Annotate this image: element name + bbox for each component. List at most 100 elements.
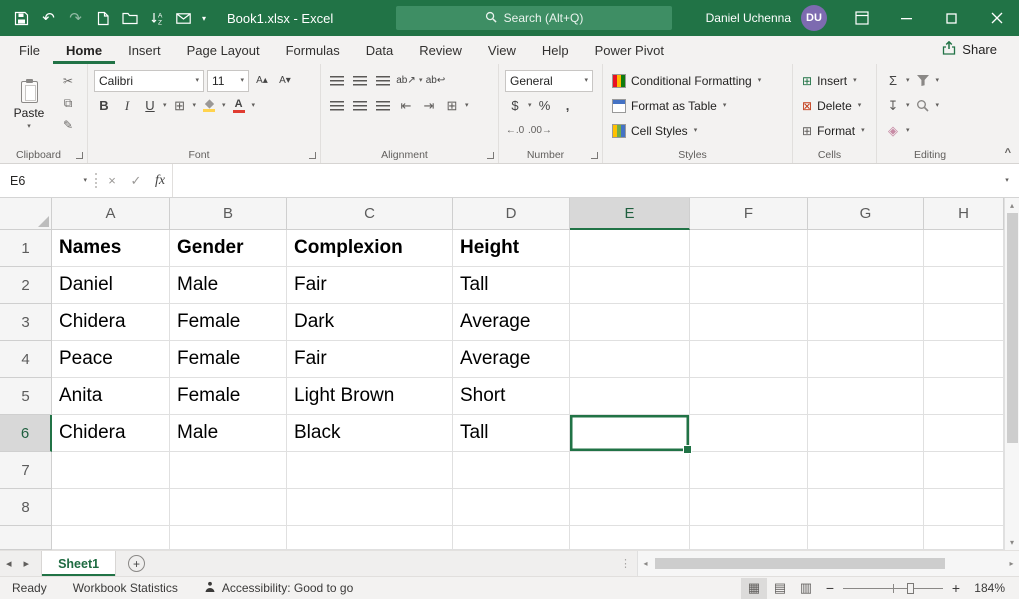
cell-G4[interactable]	[808, 341, 924, 378]
comma-style-icon[interactable]: ,	[558, 95, 578, 117]
cell-B6[interactable]: Male	[170, 415, 287, 452]
fill-icon[interactable]: ↧	[883, 95, 903, 117]
vertical-scrollbar[interactable]: ▴ ▾	[1004, 198, 1019, 550]
cell-G9[interactable]	[808, 526, 924, 550]
next-sheet-icon[interactable]: ▸	[18, 557, 36, 570]
italic-button[interactable]: I	[117, 95, 137, 117]
cell-D7[interactable]	[453, 452, 570, 489]
dialog-launcher-icon[interactable]	[487, 152, 494, 159]
decrease-indent-icon[interactable]: ⇤	[396, 95, 416, 117]
cell-E5[interactable]	[570, 378, 690, 415]
cell-B8[interactable]	[170, 489, 287, 526]
paste-button[interactable]: Paste ▾	[6, 68, 52, 142]
align-center-icon[interactable]	[350, 95, 370, 117]
cell-E6-selected[interactable]	[570, 415, 690, 452]
scroll-left-icon[interactable]: ◂	[638, 559, 653, 568]
cell-A1[interactable]: Names	[52, 230, 170, 267]
cell-C3[interactable]: Dark	[287, 304, 453, 341]
cell-F8[interactable]	[690, 489, 808, 526]
grow-font-icon[interactable]: A▴	[252, 70, 272, 92]
decrease-decimal-icon[interactable]: .00→	[528, 120, 552, 142]
vertical-scroll-thumb[interactable]	[1007, 213, 1018, 443]
horizontal-scrollbar[interactable]: ◂ ▸	[637, 551, 1019, 576]
align-right-icon[interactable]	[373, 95, 393, 117]
ribbon-display-options-icon[interactable]	[839, 0, 884, 36]
row-header-5[interactable]: 5	[0, 378, 52, 415]
cell-D9[interactable]	[453, 526, 570, 550]
shrink-font-icon[interactable]: A▾	[275, 70, 295, 92]
cell-G1[interactable]	[808, 230, 924, 267]
delete-cells-button[interactable]: ⊠ Delete ▾	[799, 93, 870, 118]
cell-H6[interactable]	[924, 415, 1004, 452]
row-header-partial[interactable]	[0, 526, 52, 550]
maximize-button[interactable]	[929, 0, 974, 36]
cell-D5[interactable]: Short	[453, 378, 570, 415]
increase-decimal-icon[interactable]: ←.0	[505, 120, 525, 142]
cell-F2[interactable]	[690, 267, 808, 304]
cell-A8[interactable]	[52, 489, 170, 526]
cell-A6[interactable]: Chidera	[52, 415, 170, 452]
undo-icon[interactable]: ↶	[35, 3, 62, 33]
fill-color-icon[interactable]	[199, 95, 219, 117]
cell-F5[interactable]	[690, 378, 808, 415]
borders-menu-icon[interactable]: ▾	[193, 102, 197, 109]
percent-icon[interactable]: %	[535, 95, 555, 117]
cell-B9[interactable]	[170, 526, 287, 550]
cell-B3[interactable]: Female	[170, 304, 287, 341]
expand-formula-bar-icon[interactable]: ▾	[995, 164, 1019, 197]
name-box[interactable]: E6 ▾	[0, 164, 92, 197]
insert-cells-button[interactable]: ⊞ Insert ▾	[799, 68, 870, 93]
column-header-B[interactable]: B	[170, 198, 287, 230]
zoom-slider[interactable]	[843, 579, 943, 597]
tabbar-resize-handle[interactable]: ⋮	[620, 557, 631, 570]
cell-A4[interactable]: Peace	[52, 341, 170, 378]
cell-H8[interactable]	[924, 489, 1004, 526]
column-header-E[interactable]: E	[570, 198, 690, 230]
borders-icon[interactable]: ⊞	[170, 95, 190, 117]
cell-C8[interactable]	[287, 489, 453, 526]
page-layout-view-icon[interactable]: ▤	[767, 578, 793, 599]
cell-E3[interactable]	[570, 304, 690, 341]
align-left-icon[interactable]	[327, 95, 347, 117]
cell-G6[interactable]	[808, 415, 924, 452]
minimize-button[interactable]	[884, 0, 929, 36]
tab-home[interactable]: Home	[53, 37, 115, 64]
cell-F6[interactable]	[690, 415, 808, 452]
dialog-launcher-icon[interactable]	[309, 152, 316, 159]
horizontal-scroll-track[interactable]	[653, 551, 1004, 576]
align-bottom-icon[interactable]	[373, 70, 393, 92]
workbook-statistics-button[interactable]: Workbook Statistics	[73, 581, 178, 595]
formula-input[interactable]	[172, 164, 995, 197]
tab-formulas[interactable]: Formulas	[273, 37, 353, 64]
name-box-dropdown-icon[interactable]: ▾	[83, 177, 87, 184]
format-cells-button[interactable]: ⊞ Format ▾	[799, 118, 870, 143]
cell-E9[interactable]	[570, 526, 690, 550]
column-header-C[interactable]: C	[287, 198, 453, 230]
cell-F1[interactable]	[690, 230, 808, 267]
scroll-right-icon[interactable]: ▸	[1004, 559, 1019, 568]
new-sheet-button[interactable]: +	[128, 555, 145, 572]
cell-F4[interactable]	[690, 341, 808, 378]
wrap-text-icon[interactable]: ab↩	[426, 70, 446, 92]
copy-icon[interactable]: ⧉	[58, 94, 78, 112]
bold-button[interactable]: B	[94, 95, 114, 117]
redo-icon[interactable]: ↷	[62, 3, 89, 33]
cell-G3[interactable]	[808, 304, 924, 341]
search-box[interactable]: Search (Alt+Q)	[396, 6, 672, 30]
find-select-icon[interactable]	[913, 95, 933, 117]
cell-B2[interactable]: Male	[170, 267, 287, 304]
cell-G7[interactable]	[808, 452, 924, 489]
clear-icon[interactable]: ◈	[883, 120, 903, 142]
row-header-8[interactable]: 8	[0, 489, 52, 526]
cell-G8[interactable]	[808, 489, 924, 526]
tab-page-layout[interactable]: Page Layout	[174, 37, 273, 64]
sort-filter-icon[interactable]	[913, 70, 933, 92]
number-format-combo[interactable]: General ▾	[505, 70, 593, 92]
row-header-7[interactable]: 7	[0, 452, 52, 489]
save-icon[interactable]	[8, 3, 35, 33]
cell-H1[interactable]	[924, 230, 1004, 267]
column-header-D[interactable]: D	[453, 198, 570, 230]
zoom-in-icon[interactable]: +	[945, 580, 967, 596]
increase-indent-icon[interactable]: ⇥	[419, 95, 439, 117]
sheet-tab-sheet1[interactable]: Sheet1	[41, 551, 116, 576]
